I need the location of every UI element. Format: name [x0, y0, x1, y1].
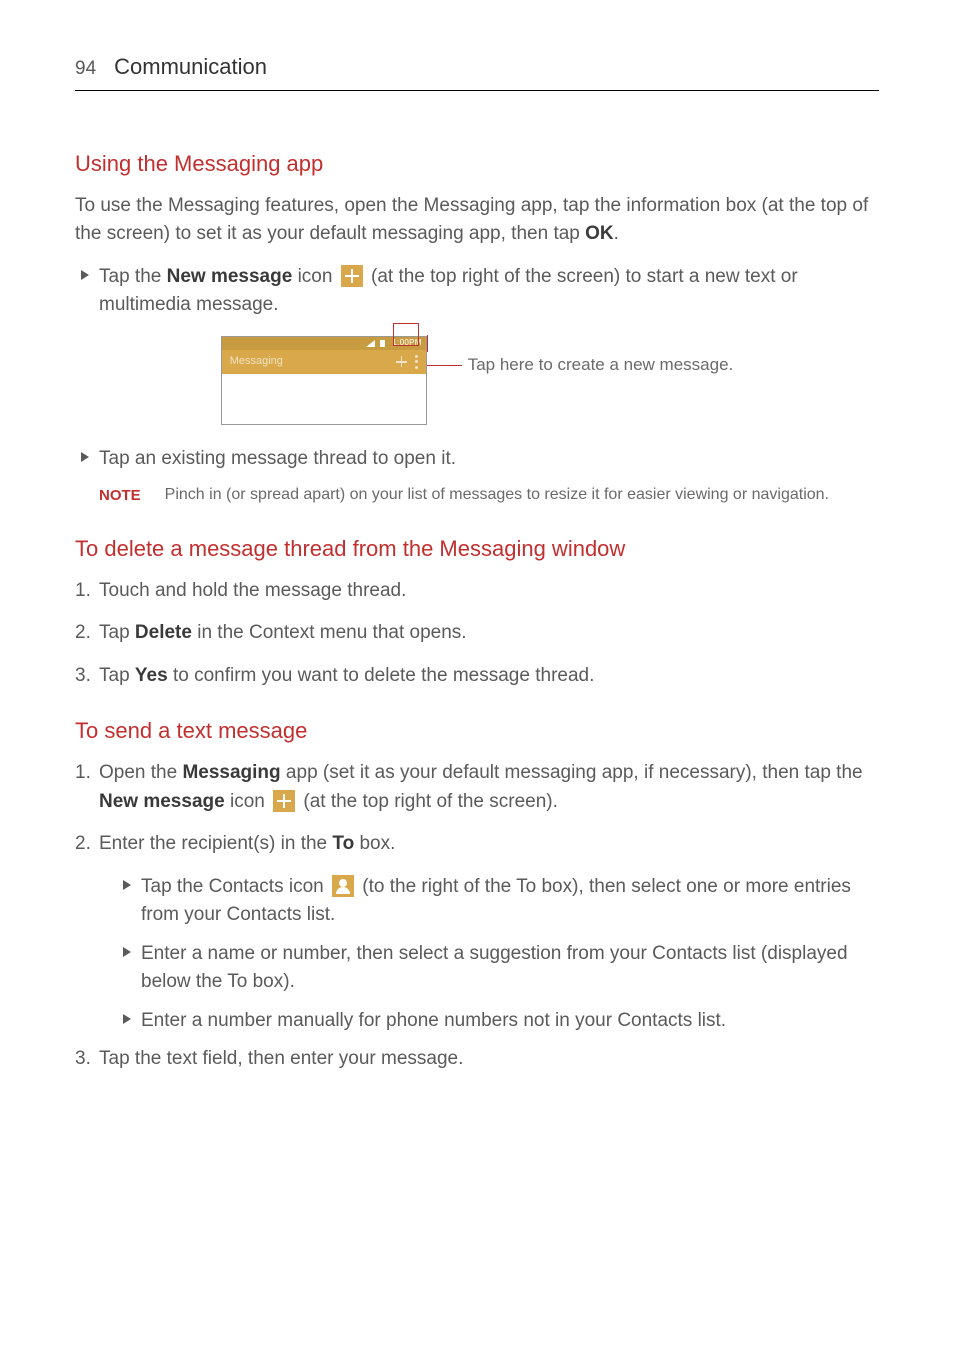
new-message-label: New message — [167, 266, 293, 287]
phone-screenshot: 1:00PM Messaging — [221, 336, 427, 425]
text: Tap the Contacts icon — [141, 876, 329, 897]
app-title: Messaging — [230, 353, 283, 370]
yes-label: Yes — [135, 665, 168, 686]
new-message-label: New message — [99, 791, 225, 812]
step-2: 2. Tap Delete in the Context menu that o… — [75, 619, 879, 648]
step-text: Tap the text field, then enter your mess… — [99, 1045, 463, 1074]
bullet-arrow-icon — [123, 1014, 131, 1024]
bullet-text: Enter a number manually for phone number… — [141, 1007, 726, 1036]
text: To use the Messaging features, open the … — [75, 195, 868, 245]
callout-text: Tap here to create a new message. — [468, 352, 734, 378]
send-step-2: 2. Enter the recipient(s) in the To box. — [75, 830, 879, 859]
bullet-arrow-icon — [81, 452, 89, 462]
text: icon — [225, 791, 270, 812]
step-text: Tap Delete in the Context menu that open… — [99, 619, 467, 648]
new-message-icon — [396, 356, 407, 367]
text: Open the — [99, 762, 182, 783]
text: app (set it as your default messaging ap… — [281, 762, 863, 783]
sub-bullet-contacts-icon: Tap the Contacts icon (to the right of t… — [75, 873, 879, 930]
text: Tap — [99, 665, 135, 686]
text: box. — [354, 833, 395, 854]
bullet-new-message: Tap the New message icon (at the top rig… — [75, 263, 879, 320]
text: Tap — [99, 622, 135, 643]
step-number: 1. — [75, 759, 99, 816]
contacts-icon — [332, 875, 354, 897]
text: . — [614, 223, 619, 244]
signal-icon — [359, 339, 389, 347]
step-text: Tap Yes to confirm you want to delete th… — [99, 662, 594, 691]
step-text: Open the Messaging app (set it as your d… — [99, 759, 879, 816]
callout-highlight-box — [393, 323, 419, 346]
text: icon — [292, 266, 337, 287]
phone-body — [222, 374, 426, 424]
send-step-3: 3. Tap the text field, then enter your m… — [75, 1045, 879, 1074]
screenshot-row: 1:00PM Messaging Tap here to create a ne… — [75, 336, 879, 425]
text: (at the top right of the screen). — [298, 791, 558, 812]
step-text: Enter the recipient(s) in the To box. — [99, 830, 395, 859]
callout: Tap here to create a new message. — [427, 352, 734, 378]
plus-icon — [341, 265, 363, 287]
app-bar-actions — [396, 355, 422, 369]
send-step-1: 1. Open the Messaging app (set it as you… — [75, 759, 879, 816]
step-1: 1. Touch and hold the message thread. — [75, 577, 879, 606]
to-label: To — [332, 833, 354, 854]
overflow-icon — [415, 355, 418, 369]
chapter-title: Communication — [114, 50, 267, 83]
bullet-arrow-icon — [123, 947, 131, 957]
step-number: 1. — [75, 577, 99, 606]
section-heading-delete-thread: To delete a message thread from the Mess… — [75, 532, 879, 565]
plus-icon — [273, 790, 295, 812]
bullet-text: Tap an existing message thread to open i… — [99, 445, 456, 474]
step-text: Touch and hold the message thread. — [99, 577, 406, 606]
note-text: Pinch in (or spread apart) on your list … — [165, 483, 829, 508]
section-heading-using-messaging: Using the Messaging app — [75, 147, 879, 180]
step-number: 2. — [75, 830, 99, 859]
bullet-text: Tap the Contacts icon (to the right of t… — [141, 873, 879, 930]
text: to confirm you want to delete the messag… — [168, 665, 595, 686]
step-number: 3. — [75, 662, 99, 691]
text: in the Context menu that opens. — [192, 622, 467, 643]
intro-paragraph: To use the Messaging features, open the … — [75, 192, 879, 249]
bullet-arrow-icon — [123, 880, 131, 890]
delete-label: Delete — [135, 622, 192, 643]
note-label: NOTE — [99, 483, 141, 508]
note-row: NOTE Pinch in (or spread apart) on your … — [75, 483, 879, 508]
messaging-label: Messaging — [182, 762, 280, 783]
bullet-text: Enter a name or number, then select a su… — [141, 940, 879, 997]
bullet-existing-thread: Tap an existing message thread to open i… — [75, 445, 879, 474]
text: Enter the recipient(s) in the — [99, 833, 332, 854]
app-bar: Messaging — [222, 350, 426, 374]
ok-label: OK — [585, 223, 614, 244]
callout-connector-v — [427, 335, 428, 352]
step-number: 2. — [75, 619, 99, 648]
text: Tap the — [99, 266, 167, 287]
bullet-text: Tap the New message icon (at the top rig… — [99, 263, 879, 320]
page-header: 94 Communication — [75, 50, 879, 91]
sub-bullet-enter-name: Enter a name or number, then select a su… — [75, 940, 879, 997]
callout-connector-h — [427, 365, 462, 366]
page-number: 94 — [75, 55, 96, 84]
bullet-arrow-icon — [81, 270, 89, 280]
sub-bullet-enter-number: Enter a number manually for phone number… — [75, 1007, 879, 1036]
step-number: 3. — [75, 1045, 99, 1074]
step-3: 3. Tap Yes to confirm you want to delete… — [75, 662, 879, 691]
section-heading-send-text: To send a text message — [75, 714, 879, 747]
